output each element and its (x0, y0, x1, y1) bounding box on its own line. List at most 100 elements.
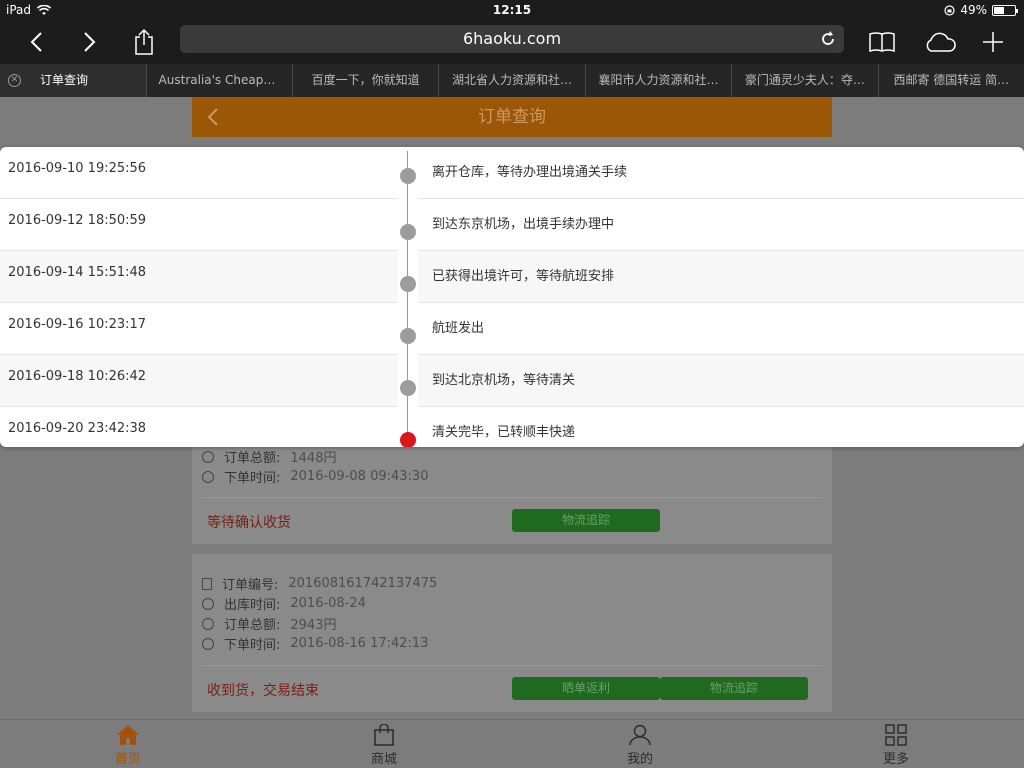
tab-label: 订单查询 (40, 73, 89, 87)
order-time-value: 2016-09-08 09:43:30 (290, 469, 429, 484)
bookmarks-icon[interactable] (864, 24, 900, 60)
divider (202, 665, 822, 666)
tracking-time: 2016-09-20 23:42:38 (8, 421, 147, 436)
divider (202, 497, 822, 498)
tab-item[interactable]: 豪门通灵少夫人：夺… (731, 64, 877, 97)
nav-label: 我的 (626, 752, 653, 767)
tracking-desc: 航班发出 (432, 321, 485, 336)
clock-icon (202, 597, 214, 610)
battery-icon (992, 4, 1018, 16)
timeline-dot-current (400, 432, 416, 447)
amount-value: 2943円 (290, 618, 337, 633)
track-shipment-button[interactable]: 物流追踪 (660, 677, 808, 700)
tab-item[interactable]: 湖北省人力资源和社… (438, 64, 584, 97)
tracking-row: 2016-09-14 15:51:48 已获得出境许可，等待航班安排 (0, 251, 1024, 303)
order-time-row: 下单时间: 2016-08-16 17:42:13 (202, 634, 428, 653)
timeline-dot (400, 328, 416, 344)
ship-time-row: 出库时间: 2016-08-24 (202, 594, 366, 613)
clock-icon (202, 470, 214, 483)
tracking-time: 2016-09-16 10:23:17 (8, 317, 147, 332)
tracking-desc: 到达北京机场，等待清关 (432, 373, 576, 388)
ship-time-value: 2016-08-24 (290, 596, 366, 611)
url-text: 6haoku.com (462, 29, 562, 48)
order-status: 等待确认收货 (207, 515, 291, 531)
share-review-button[interactable]: 晒单返利 (512, 677, 660, 700)
grid-icon (885, 724, 907, 746)
timeline-line (407, 151, 408, 447)
tab-item[interactable]: 西邮寄 德国转运 简… (877, 64, 1024, 97)
battery-fill (994, 6, 1004, 14)
new-tab-icon[interactable] (975, 24, 1011, 60)
status-bar: iPad 12:15 49% (0, 0, 1024, 20)
tracking-row: 2016-09-18 10:26:42 到达北京机场，等待清关 (0, 355, 1024, 407)
tracking-row: 2016-09-20 23:42:38 清关完毕，已转顺丰快递 (0, 407, 1024, 447)
tracking-time: 2016-09-10 19:25:56 (8, 161, 147, 176)
tracking-desc: 已获得出境许可，等待航班安排 (432, 269, 615, 284)
order-no-value: 201608161742137475 (288, 576, 438, 591)
yen-icon (202, 450, 214, 463)
timeline-dot (400, 276, 416, 292)
nav-label: 商城 (370, 752, 397, 767)
timeline-dot (400, 380, 416, 396)
clock-icon (202, 637, 214, 650)
tracking-row: 2016-09-16 10:23:17 航班发出 (0, 303, 1024, 355)
close-tab-icon[interactable]: ✕ (8, 74, 21, 87)
nav-label: 首页 (114, 752, 141, 767)
nav-mall[interactable]: 商城 (344, 720, 424, 768)
reload-icon[interactable] (818, 29, 838, 49)
timeline-dot (400, 224, 416, 240)
tab-bar: ✕ 订单查询 Australia's Cheape… 百度一下，你就知道 湖北省… (0, 64, 1024, 97)
home-icon (117, 725, 139, 745)
clock: 12:15 (492, 3, 532, 17)
tracking-row: 2016-09-12 18:50:59 到达东京机场，出境手续办理中 (0, 199, 1024, 251)
order-time-label: 下单时间: (224, 638, 281, 653)
nav-more[interactable]: 更多 (856, 720, 936, 768)
tab-item[interactable]: Australia's Cheape… (145, 64, 292, 97)
tracking-popup: 2016-09-10 19:25:56 离开仓库，等待办理出境通关手续 2016… (0, 147, 1024, 447)
page-header: 订单查询 (192, 97, 832, 137)
nav-mine[interactable]: 我的 (600, 720, 680, 768)
back-icon[interactable] (18, 24, 54, 60)
icloud-tabs-icon[interactable] (922, 24, 958, 60)
tab-item[interactable]: 百度一下，你就知道 (291, 64, 438, 97)
browser-toolbar: 6haoku.com (0, 20, 1024, 64)
track-shipment-button[interactable]: 物流追踪 (512, 509, 660, 532)
ship-time-label: 出库时间: (224, 598, 281, 613)
tracking-desc: 清关完毕，已转顺丰快递 (432, 425, 576, 440)
user-icon (629, 724, 651, 746)
order-amount-row: 订单总额: 1448円 (202, 447, 336, 466)
tracking-desc: 离开仓库，等待办理出境通关手续 (432, 165, 628, 180)
yen-icon (202, 617, 214, 630)
nav-label: 更多 (882, 752, 909, 767)
battery-percent: 49% (960, 3, 987, 17)
bottom-nav: 首页 商城 我的 更多 (0, 719, 1024, 768)
order-card: 订单编号: 201608161742137475 出库时间: 2016-08-2… (192, 554, 832, 712)
order-number-row: 订单编号: 201608161742137475 (202, 574, 437, 593)
amount-label: 订单总额: (224, 451, 281, 466)
forward-icon[interactable] (72, 24, 108, 60)
amount-value: 1448円 (290, 451, 337, 466)
order-time-row: 下单时间: 2016-09-08 09:43:30 (202, 467, 428, 486)
order-no-label: 订单编号: (222, 578, 279, 593)
timeline-dot (400, 168, 416, 184)
timeline (398, 147, 418, 447)
document-icon (202, 577, 212, 590)
tab-item[interactable]: 襄阳市人力资源和社… (584, 64, 731, 97)
tracking-time: 2016-09-18 10:26:42 (8, 369, 147, 384)
share-icon[interactable] (126, 24, 162, 60)
tracking-time: 2016-09-14 15:51:48 (8, 265, 147, 280)
amount-label: 订单总额: (224, 618, 281, 633)
rotation-lock-icon (944, 4, 955, 16)
order-status: 收到货，交易结束 (207, 683, 319, 699)
nav-home[interactable]: 首页 (88, 720, 168, 768)
tab-order-query[interactable]: ✕ 订单查询 (0, 64, 146, 97)
tracking-desc: 到达东京机场，出境手续办理中 (432, 217, 615, 232)
page-back-icon[interactable] (204, 108, 222, 126)
tracking-row: 2016-09-10 19:25:56 离开仓库，等待办理出境通关手续 (0, 147, 1024, 199)
tracking-time: 2016-09-12 18:50:59 (8, 213, 147, 228)
address-bar[interactable]: 6haoku.com (180, 25, 844, 53)
order-time-value: 2016-08-16 17:42:13 (290, 636, 429, 651)
page-title: 订单查询 (478, 107, 546, 127)
order-time-label: 下单时间: (224, 471, 281, 486)
order-amount-row: 订单总额: 2943円 (202, 614, 336, 633)
